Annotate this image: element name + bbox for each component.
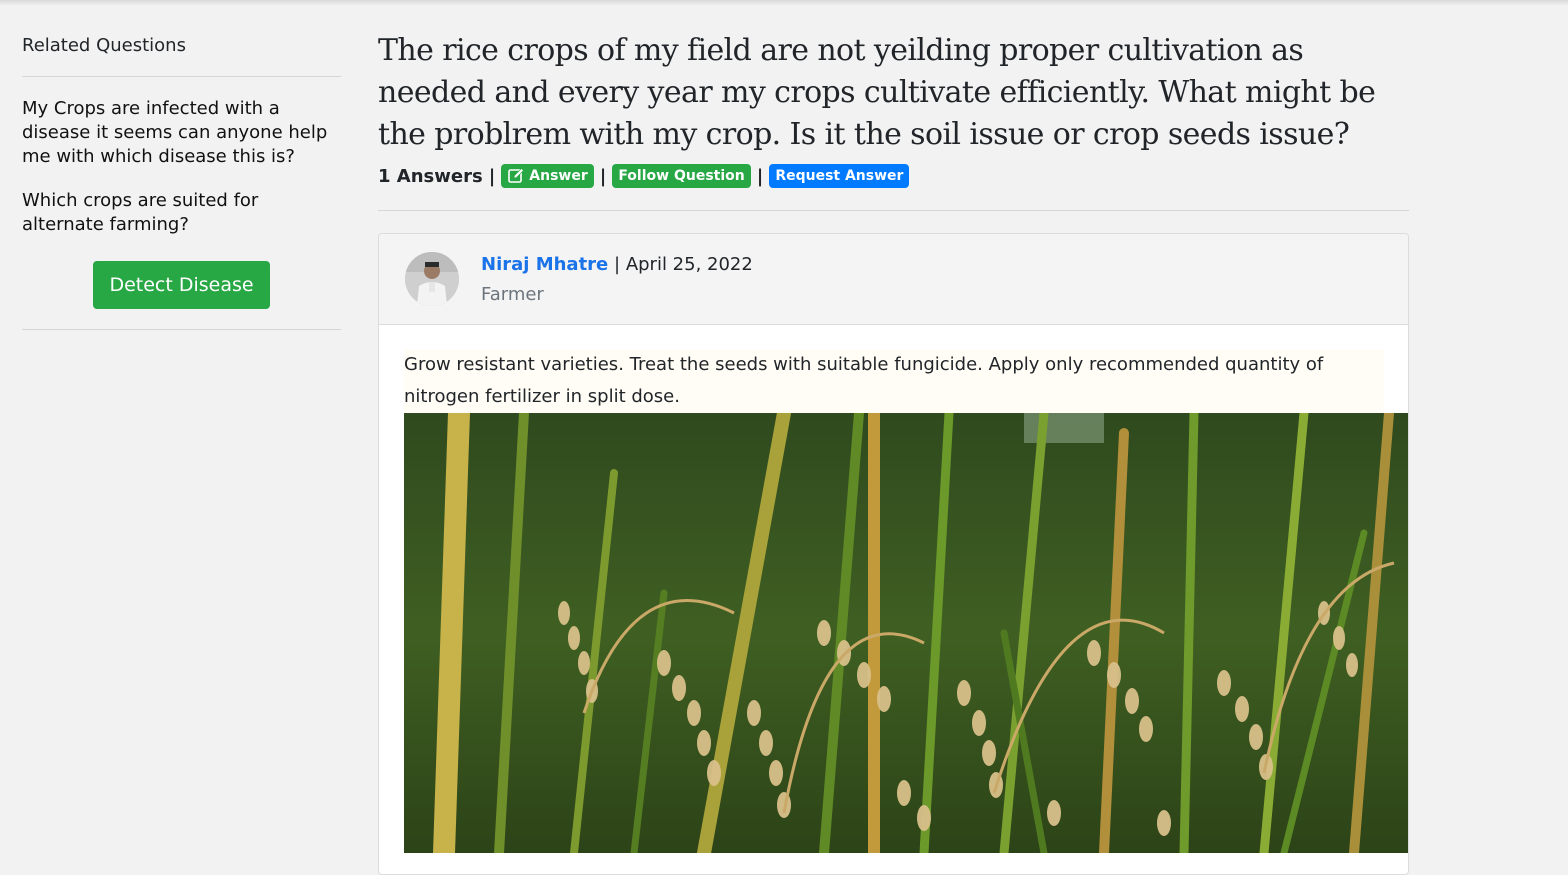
follow-question-button[interactable]: Follow Question [612,164,751,188]
related-question-link[interactable]: Which crops are suited for alternate far… [22,189,332,237]
top-shadow [0,0,1568,6]
edit-icon [508,168,525,183]
author-role: Farmer [481,284,544,305]
detect-disease-button[interactable]: Detect Disease [93,261,270,309]
answer-body: Grow resistant varieties. Treat the seed… [379,325,1408,853]
answer-button-label: Answer [529,168,588,184]
answer-card: Niraj Mhatre | April 25, 2022 Farmer Gro… [378,233,1409,875]
related-question-link[interactable]: My Crops are infected with a disease it … [22,97,332,169]
rice-crop-photo [404,413,1408,853]
answer-date: April 25, 2022 [625,254,753,275]
separator: | [614,254,621,275]
detect-disease-section: Detect Disease [22,257,341,330]
avatar[interactable] [405,252,459,306]
separator: | [488,165,496,187]
answer-text: Grow resistant varieties. Treat the seed… [404,349,1384,413]
answer-card-header: Niraj Mhatre | April 25, 2022 Farmer [379,234,1408,325]
related-questions-list: My Crops are infected with a disease it … [22,97,341,237]
separator: | [599,165,607,187]
question-title: The rice crops of my field are not yeild… [378,33,1376,152]
request-answer-button[interactable]: Request Answer [769,164,910,188]
question-main: The rice crops of my field are not yeild… [378,30,1409,875]
answers-count: 1 Answers [378,165,483,187]
author-line: Niraj Mhatre | April 25, 2022 [481,252,753,278]
related-questions-heading: Related Questions [22,30,341,77]
separator: | [756,165,764,187]
answer-button[interactable]: Answer [501,164,594,188]
question-meta-bar: 1 Answers | Answer | Follow Question | R… [378,162,1409,211]
sidebar: Related Questions My Crops are infected … [22,30,341,330]
author-name-link[interactable]: Niraj Mhatre [481,254,608,275]
avatar-image [405,252,459,306]
